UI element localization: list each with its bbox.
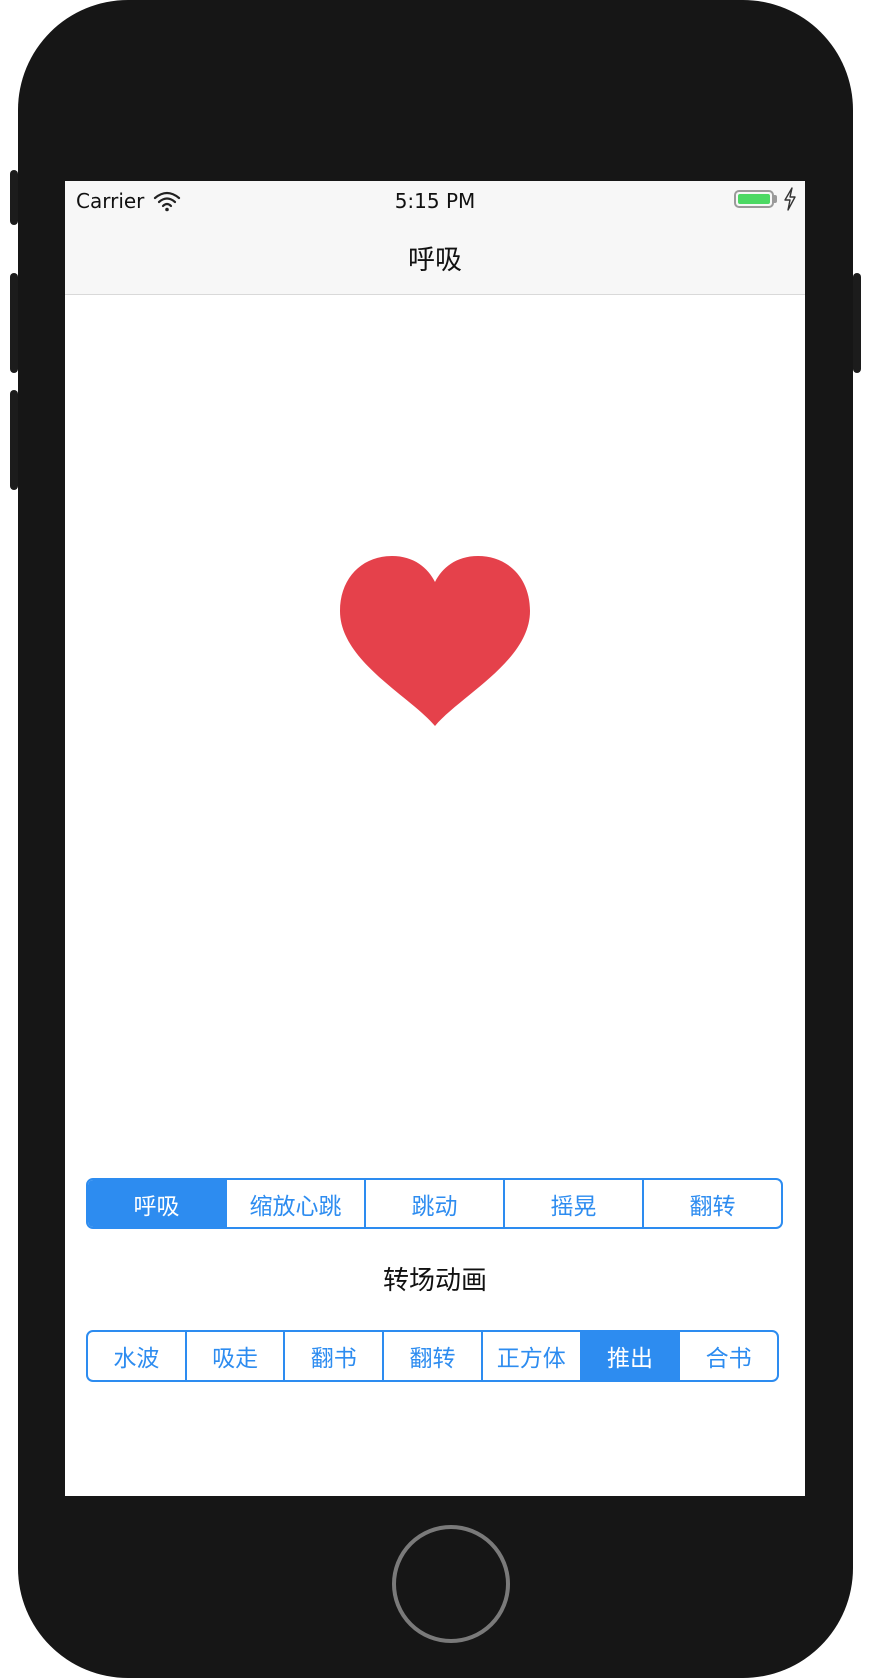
mute-switch xyxy=(10,170,18,225)
segment-cube[interactable]: 正方体 xyxy=(480,1332,580,1380)
power-button xyxy=(853,273,861,373)
segment-suck-away[interactable]: 吸走 xyxy=(184,1332,284,1380)
volume-down-button xyxy=(10,390,18,490)
charging-bolt-icon xyxy=(784,187,796,211)
segment-close-book[interactable]: 合书 xyxy=(678,1332,777,1380)
navigation-bar: 呼吸 xyxy=(65,221,805,295)
clock: 5:15 PM xyxy=(394,189,476,213)
segment-page-curl[interactable]: 翻书 xyxy=(283,1332,382,1380)
battery-icon xyxy=(734,190,774,208)
transition-section-label: 转场动画 xyxy=(382,1266,487,1296)
segment-flip[interactable]: 翻转 xyxy=(642,1180,781,1227)
screen: Carrier 5:15 PM 呼吸 呼吸 缩放心跳 跳动 摇晃 翻转 转场动画… xyxy=(65,181,805,1496)
segment-scale-heartbeat[interactable]: 缩放心跳 xyxy=(225,1180,364,1227)
transition-segmented-control: 水波 吸走 翻书 翻转 正方体 推出 合书 xyxy=(86,1330,779,1382)
heart-icon xyxy=(340,556,530,726)
segment-flip[interactable]: 翻转 xyxy=(382,1332,481,1380)
home-button[interactable] xyxy=(392,1525,510,1643)
segment-shake[interactable]: 摇晃 xyxy=(503,1180,642,1227)
volume-up-button xyxy=(10,273,18,373)
nav-title: 呼吸 xyxy=(408,245,462,276)
status-bar: Carrier 5:15 PM xyxy=(65,181,805,221)
segment-bounce[interactable]: 跳动 xyxy=(364,1180,503,1227)
segment-ripple[interactable]: 水波 xyxy=(88,1332,185,1380)
animation-segmented-control: 呼吸 缩放心跳 跳动 摇晃 翻转 xyxy=(86,1178,783,1229)
battery-tip xyxy=(774,195,777,203)
segment-breathe[interactable]: 呼吸 xyxy=(88,1180,225,1227)
segment-push[interactable]: 推出 xyxy=(579,1332,679,1380)
